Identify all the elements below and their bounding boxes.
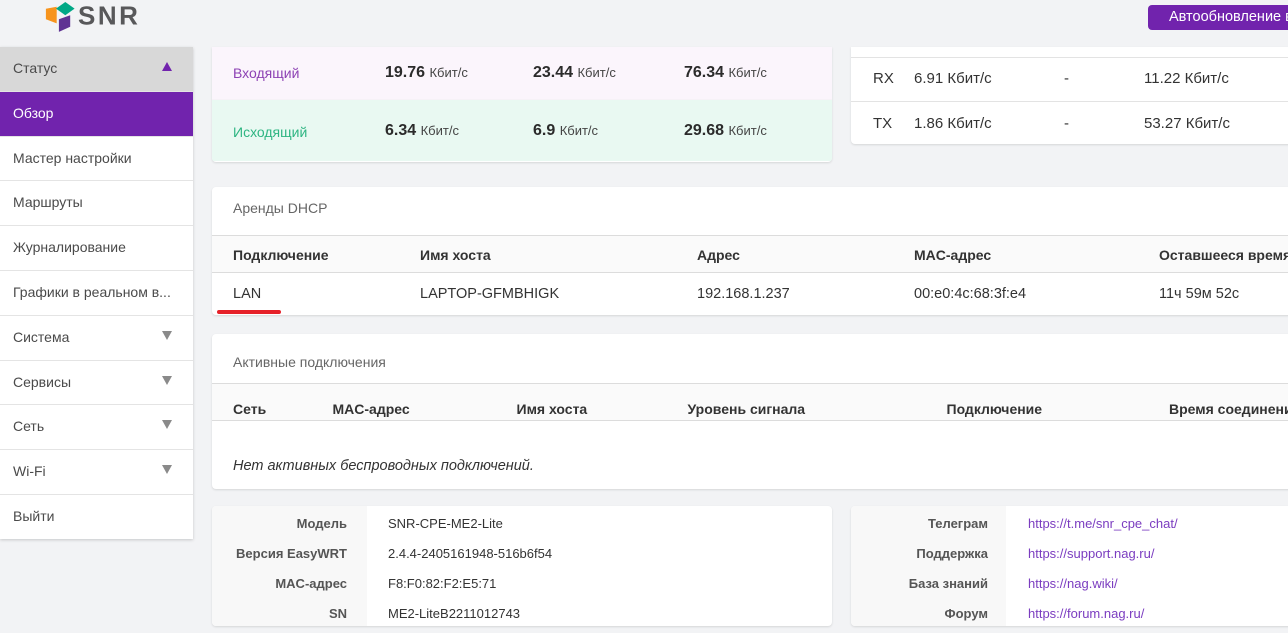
svg-text:SNR: SNR bbox=[78, 1, 140, 31]
